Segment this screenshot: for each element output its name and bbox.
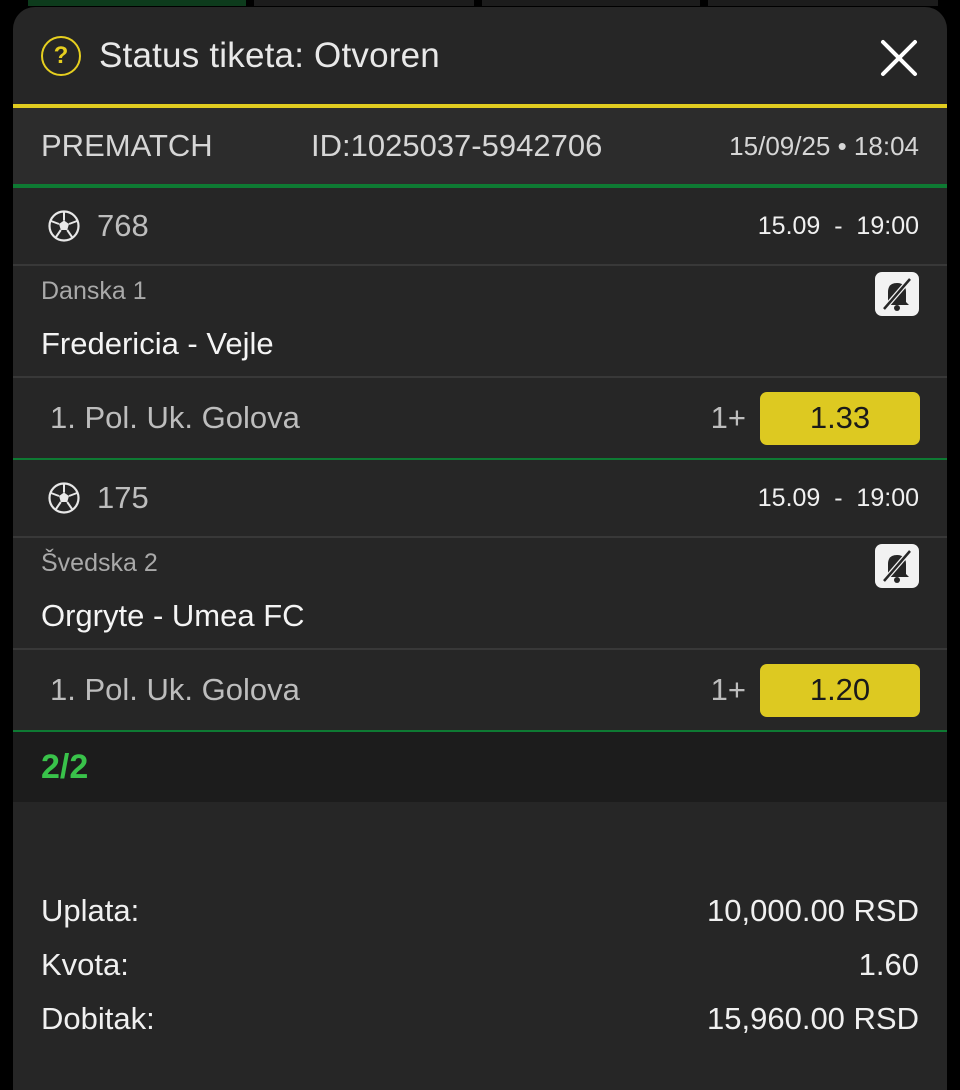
odd-badge: 1.20 [760,663,920,717]
soccer-ball-icon [48,210,80,242]
match-time: 15.09 - 19:00 [757,483,919,512]
odds-label: Kvota: [41,947,129,982]
win-row: Dobitak: 15,960.00 RSD [41,992,919,1046]
bet-selection-row: 1. Pol. Uk. Golova 1+ 1.20 [13,650,947,732]
league-name: Danska 1 [41,277,147,305]
soccer-ball-icon [48,482,80,514]
ticket-type: PREMATCH [41,128,213,163]
stake-value: 10,000.00 RSD [707,893,919,928]
ticket-totals: Uplata: 10,000.00 RSD Kvota: 1.60 Dobita… [13,884,947,1046]
background-tab-strip [254,0,474,6]
match-header: 768 15.09 - 19:00 [13,188,947,266]
bell-off-icon[interactable] [875,544,919,588]
match-code: 175 [97,480,149,515]
ticket-id: ID:1025037-5942706 [311,128,603,163]
question-circle-icon[interactable]: ? [41,35,81,76]
bet-market: 1. Pol. Uk. Golova [50,400,300,435]
odds-row: Kvota: 1.60 [41,938,919,992]
win-value: 15,960.00 RSD [707,1001,919,1036]
match-teams: Fredericia - Vejle [41,326,274,361]
ticket-info-bar: PREMATCH ID:1025037-5942706 15/09/25 • 1… [13,108,947,188]
bell-off-icon[interactable] [875,272,919,316]
background-tab-strip [708,0,938,6]
match-header: 175 15.09 - 19:00 [13,460,947,538]
bet-selection-row: 1. Pol. Uk. Golova 1+ 1.33 [13,378,947,460]
match-count: 2/2 [41,747,89,786]
stake-row: Uplata: 10,000.00 RSD [41,884,919,938]
ticket-status-modal: ? Status tiketa: Otvoren PREMATCH ID:102… [13,7,947,1090]
close-icon[interactable] [879,38,919,78]
bet-market: 1. Pol. Uk. Golova [50,672,300,707]
match-teams: Orgryte - Umea FC [41,598,305,633]
background-tab-strip [482,0,700,6]
bet-pick: 1+ [710,400,746,435]
background-tab-strip [28,0,246,6]
modal-header: ? Status tiketa: Otvoren [13,7,947,108]
odds-value: 1.60 [858,947,919,982]
league-name: Švedska 2 [41,549,158,577]
match-details: Švedska 2 Orgryte - Umea FC [13,538,947,650]
match-details: Danska 1 Fredericia - Vejle [13,266,947,378]
match-time: 15.09 - 19:00 [757,211,919,240]
bet-pick: 1+ [710,672,746,707]
match-code: 768 [97,208,149,243]
ticket-datetime: 15/09/25 • 18:04 [729,130,919,161]
win-label: Dobitak: [41,1001,155,1036]
match-count-bar: 2/2 [13,732,947,802]
odd-badge: 1.33 [760,391,920,445]
stake-label: Uplata: [41,893,140,928]
modal-title: Status tiketa: Otvoren [99,35,440,75]
